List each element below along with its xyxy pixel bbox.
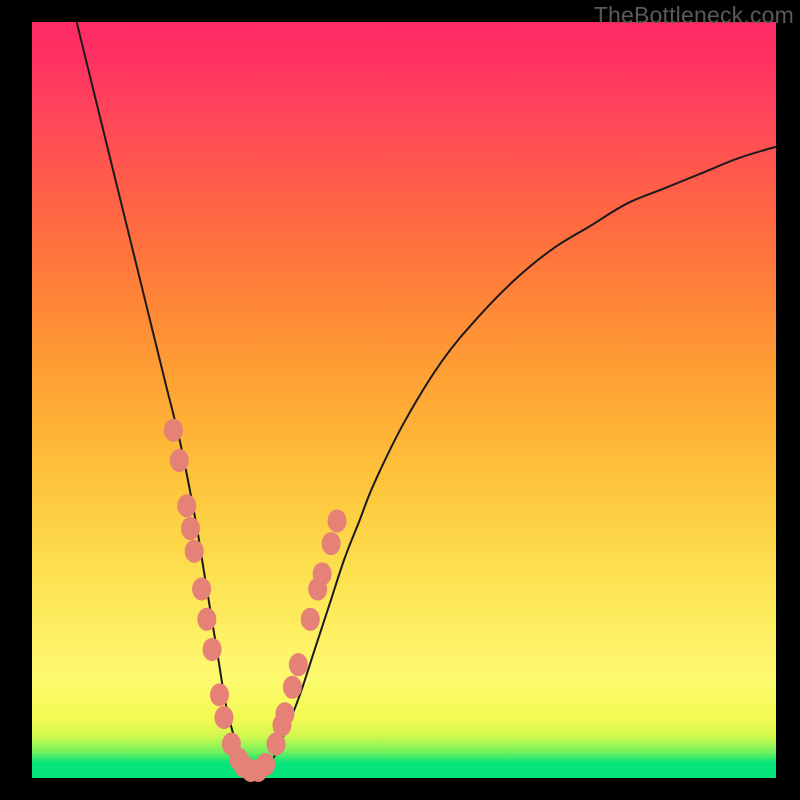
marker-dot bbox=[313, 563, 331, 585]
marker-dot bbox=[164, 419, 182, 441]
marker-dot bbox=[301, 608, 319, 630]
marker-dot bbox=[193, 578, 211, 600]
chart-stage: TheBottleneck.com bbox=[0, 0, 800, 800]
watermark-text: TheBottleneck.com bbox=[594, 2, 794, 29]
data-markers bbox=[164, 419, 346, 781]
marker-dot bbox=[178, 495, 196, 517]
marker-dot bbox=[198, 608, 216, 630]
curve-svg bbox=[32, 22, 776, 778]
marker-dot bbox=[203, 638, 221, 660]
marker-dot bbox=[215, 707, 233, 729]
marker-dot bbox=[276, 703, 294, 725]
bottleneck-curve bbox=[77, 22, 776, 772]
marker-dot bbox=[181, 518, 199, 540]
marker-dot bbox=[257, 753, 275, 775]
marker-dot bbox=[170, 449, 188, 471]
marker-dot bbox=[185, 540, 203, 562]
marker-dot bbox=[283, 676, 301, 698]
marker-dot bbox=[210, 684, 228, 706]
marker-dot bbox=[328, 510, 346, 532]
plot-area bbox=[32, 22, 776, 778]
marker-dot bbox=[322, 533, 340, 555]
marker-dot bbox=[289, 654, 307, 676]
